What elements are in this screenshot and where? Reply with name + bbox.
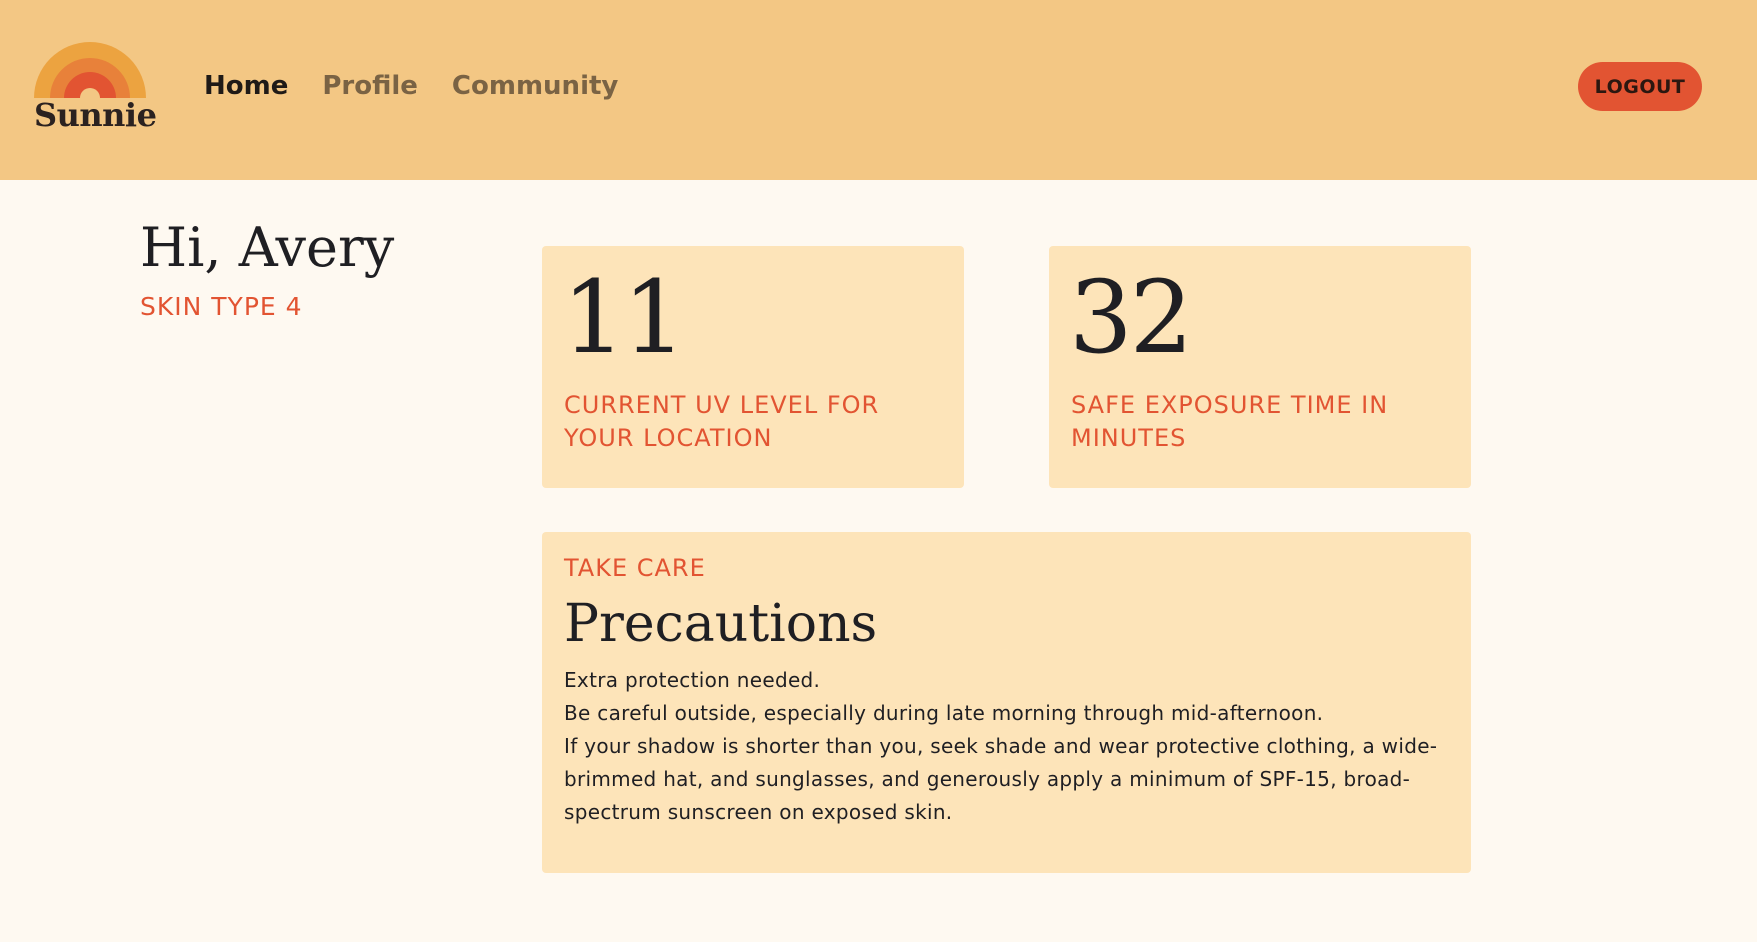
brand-name: Sunnie [34,96,157,134]
main-nav: Home Profile Community [204,68,618,104]
precautions-title: Precautions [564,594,878,654]
uv-level-label: CURRENT UV LEVEL FOR YOUR LOCATION [564,391,880,452]
top-header: Sunnie Home Profile Community LOGOUT [0,0,1757,180]
sunnie-logo[interactable]: Sunnie [30,38,157,138]
safe-exposure-card: 32 SAFE EXPOSURE TIME IN MINUTES [1049,246,1471,488]
precautions-card: TAKE CARE Precautions Extra protection n… [542,532,1471,873]
sun-rainbow-icon [34,42,146,98]
nav-home[interactable]: Home [204,71,288,101]
safe-exposure-label: SAFE EXPOSURE TIME IN MINUTES [1071,391,1389,452]
precaution-line: Extra protection needed. [564,668,821,692]
uv-level-value: 11 [562,259,686,376]
precautions-body: Extra protection needed. Be careful outs… [564,664,1444,829]
user-greeting: Hi, Avery [140,216,395,279]
nav-community[interactable]: Community [452,71,618,101]
uv-level-card: 11 CURRENT UV LEVEL FOR YOUR LOCATION [542,246,964,488]
safe-exposure-value: 32 [1069,259,1193,376]
logout-button[interactable]: LOGOUT [1578,62,1702,111]
skin-type-label: SKIN TYPE 4 [140,292,303,321]
nav-profile[interactable]: Profile [322,71,418,101]
precautions-eyebrow: TAKE CARE [564,554,706,582]
precaution-line: Be careful outside, especially during la… [564,701,1324,725]
precaution-line: If your shadow is shorter than you, seek… [564,734,1438,824]
